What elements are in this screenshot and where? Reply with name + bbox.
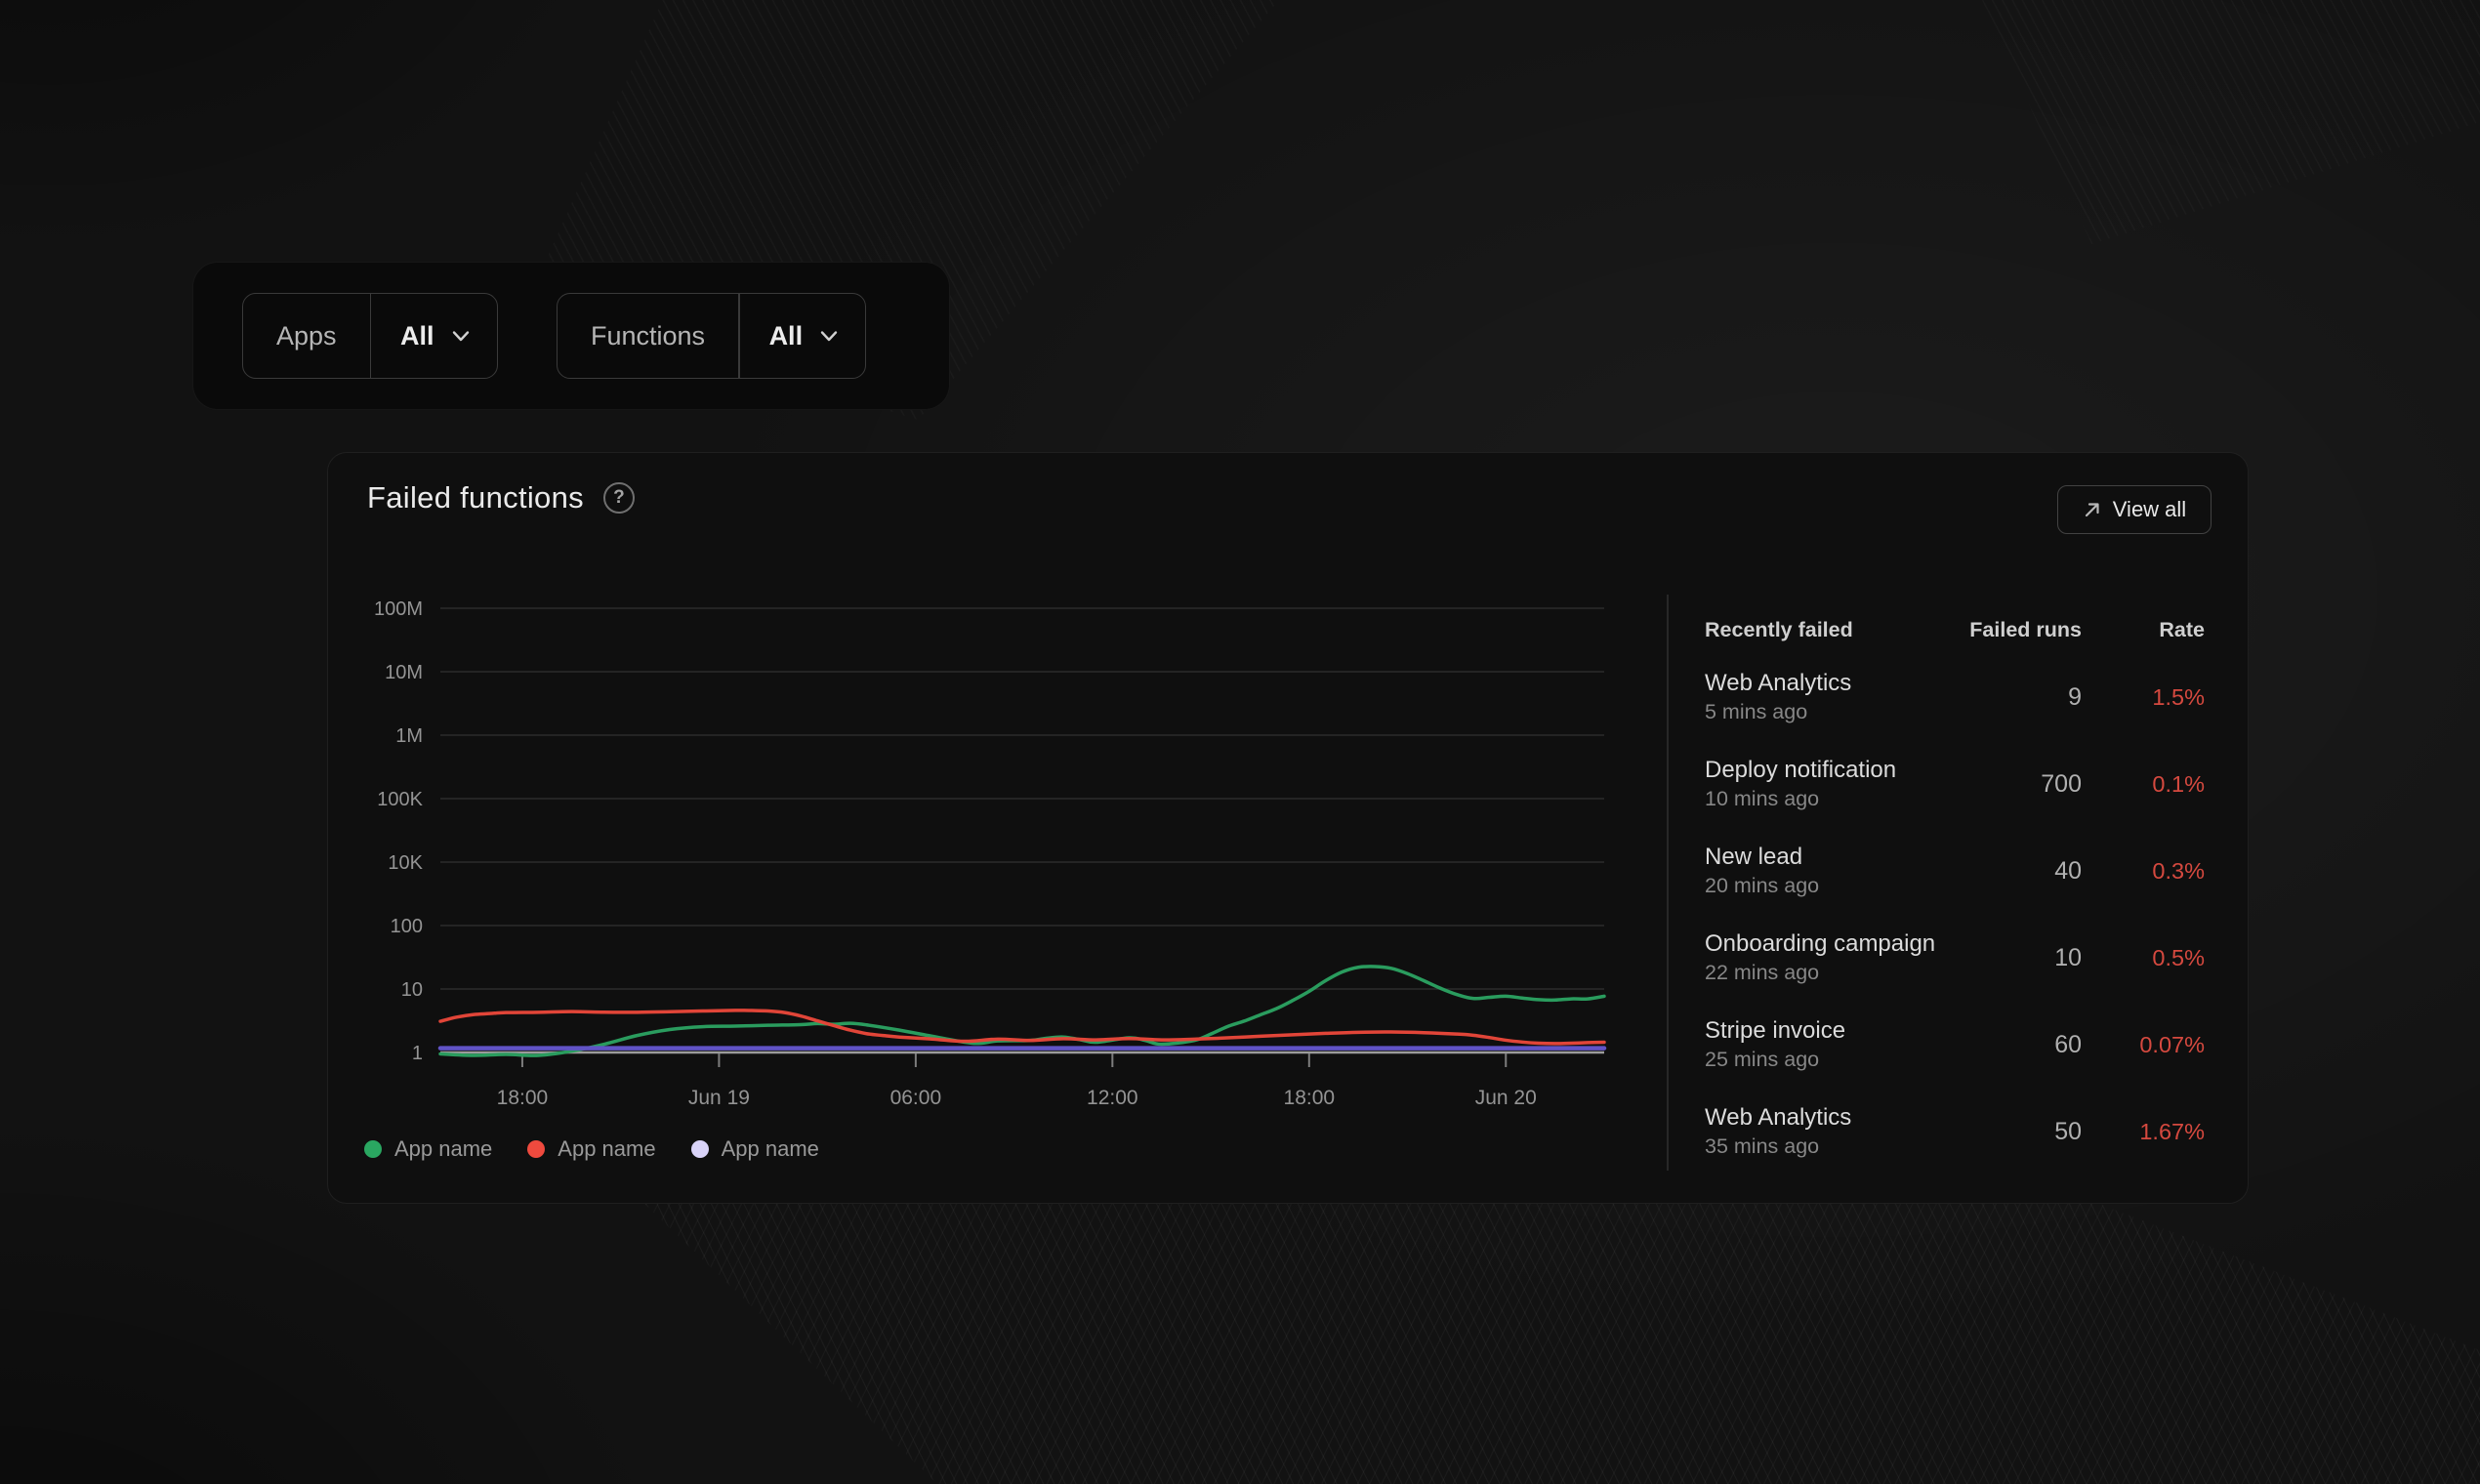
table-row[interactable]: New lead20 mins ago 40 0.3%: [1705, 843, 2205, 899]
function-name: Deploy notification: [1705, 756, 1949, 785]
chevron-down-icon: [450, 325, 472, 347]
table-header-row: Recently failed Failed runs Rate: [1705, 616, 2205, 643]
failed-runs-count: 700: [1957, 770, 2082, 799]
table-row[interactable]: Web Analytics5 mins ago 9 1.5%: [1705, 669, 2205, 725]
failed-runs-count: 40: [1957, 857, 2082, 886]
y-tick-label: 10: [401, 979, 423, 1001]
view-all-button[interactable]: View all: [2057, 485, 2211, 534]
failed-time: 25 mins ago: [1705, 1046, 1949, 1073]
function-name: Stripe invoice: [1705, 1016, 1949, 1046]
failed-time: 22 mins ago: [1705, 959, 1949, 986]
failure-rate: 1.5%: [2089, 684, 2205, 711]
table-body: Web Analytics5 mins ago91.5%Deploy notif…: [1705, 669, 2205, 1160]
failed-functions-card: 100M 10M 1M 100K 10K 100 10 1 18:00 Jun 19 06:00 12…: [327, 452, 2249, 1204]
table-header-recently-failed: Recently failed: [1705, 616, 1949, 643]
table-row[interactable]: Deploy notification10 mins ago 700 0.1%: [1705, 756, 2205, 812]
series-line: [440, 1010, 1604, 1044]
y-tick-label: 100: [391, 916, 423, 937]
failed-time: 10 mins ago: [1705, 785, 1949, 812]
chart-legend: App name App name App name: [364, 1136, 819, 1162]
failure-rate: 0.07%: [2089, 1032, 2205, 1058]
legend-item: App name: [691, 1136, 819, 1162]
legend-dot: [364, 1140, 382, 1158]
recently-failed-table: Recently failed Failed runs Rate Web Ana…: [1705, 616, 2205, 1160]
y-tick-label: 1: [412, 1043, 423, 1064]
x-tick-label: Jun 19: [688, 1087, 750, 1109]
legend-label: App name: [722, 1136, 819, 1162]
filter-value-label: All: [400, 321, 434, 351]
legend-item: App name: [364, 1136, 492, 1162]
y-tick-label: 10M: [385, 662, 423, 683]
x-tick-label: 06:00: [890, 1087, 942, 1109]
x-tick-label: 12:00: [1087, 1087, 1138, 1109]
legend-dot: [691, 1140, 709, 1158]
failed-runs-count: 9: [1957, 683, 2082, 712]
filter-group-apps: Apps All: [242, 293, 498, 379]
function-name: Onboarding campaign: [1705, 929, 1949, 959]
card-header: Failed functions ?: [367, 480, 635, 515]
y-tick-label: 1M: [395, 725, 423, 747]
x-tick-label: Jun 20: [1475, 1087, 1537, 1109]
question-mark-glyph: ?: [613, 484, 625, 512]
y-tick-label: 100K: [377, 789, 423, 810]
y-tick-label: 10K: [388, 852, 423, 874]
function-name: New lead: [1705, 843, 1949, 872]
card-title: Failed functions: [367, 480, 584, 515]
table-row[interactable]: Stripe invoice25 mins ago 60 0.07%: [1705, 1016, 2205, 1073]
legend-label: App name: [394, 1136, 492, 1162]
help-icon[interactable]: ?: [603, 482, 635, 514]
failed-time: 20 mins ago: [1705, 872, 1949, 899]
y-tick-label: 100M: [374, 598, 423, 620]
table-header-rate: Rate: [2089, 616, 2205, 643]
legend-label: App name: [558, 1136, 655, 1162]
filter-bar: Apps All Functions All: [192, 262, 950, 410]
filter-value-dropdown[interactable]: All: [371, 294, 497, 378]
failed-time: 35 mins ago: [1705, 1133, 1949, 1160]
filter-group-label: Apps: [243, 294, 370, 378]
failure-rate: 0.1%: [2089, 771, 2205, 798]
failed-runs-count: 10: [1957, 944, 2082, 972]
failure-rate: 0.5%: [2089, 945, 2205, 971]
x-tick-label: 18:00: [497, 1087, 549, 1109]
arrow-up-right-icon: [2083, 500, 2102, 519]
x-tick-label: 18:00: [1284, 1087, 1336, 1109]
failure-rate: 1.67%: [2089, 1119, 2205, 1145]
failed-time: 5 mins ago: [1705, 698, 1949, 725]
table-row[interactable]: Web Analytics35 mins ago 50 1.67%: [1705, 1103, 2205, 1160]
filter-group-functions: Functions All: [557, 293, 866, 379]
function-name: Web Analytics: [1705, 1103, 1949, 1133]
failed-runs-count: 50: [1957, 1118, 2082, 1146]
table-row[interactable]: Onboarding campaign22 mins ago 10 0.5%: [1705, 929, 2205, 986]
failure-rate: 0.3%: [2089, 858, 2205, 885]
chevron-down-icon: [818, 325, 840, 347]
table-header-failed-runs: Failed runs: [1957, 616, 2082, 643]
filter-group-label: Functions: [558, 294, 738, 378]
filter-value-dropdown[interactable]: All: [740, 294, 866, 378]
legend-item: App name: [527, 1136, 655, 1162]
function-name: Web Analytics: [1705, 669, 1949, 698]
filter-value-label: All: [769, 321, 804, 351]
vertical-divider: [1667, 595, 1669, 1171]
failed-runs-count: 60: [1957, 1031, 2082, 1059]
legend-dot: [527, 1140, 545, 1158]
view-all-label: View all: [2113, 497, 2186, 522]
